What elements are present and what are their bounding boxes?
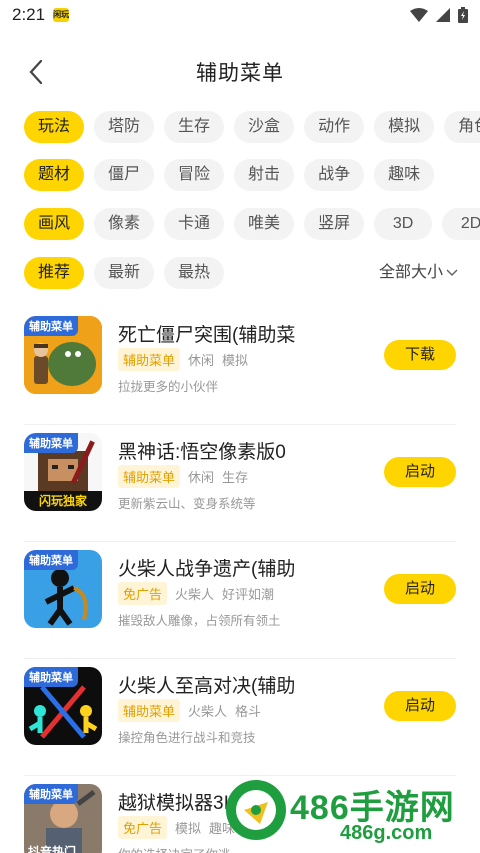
game-tags: 辅助菜单 休闲 生存 (118, 465, 248, 488)
filter-gameplay-row: 玩法 塔防 生存 沙盒 动作 模拟 角色 (0, 110, 480, 144)
popular-badge: 抖音热门 (28, 845, 77, 853)
game-tag: 火柴人 (188, 704, 228, 719)
game-title: 死亡僵尸突围(辅助菜 (118, 325, 296, 346)
site-watermark: 486手游网 486g.com (222, 772, 480, 852)
back-button[interactable] (22, 58, 50, 86)
filter-chip[interactable]: 动作 (304, 111, 365, 143)
game-tag-highlight: 辅助菜单 (118, 348, 181, 371)
watermark-url: 486g.com (340, 822, 433, 844)
sort-chip-hottest[interactable]: 最热 (164, 257, 225, 289)
menu-badge: 辅助菜单 (24, 316, 78, 336)
page-title: 辅助菜单 (196, 62, 284, 85)
game-tags: 免广告 火柴人 好评如潮 (118, 582, 274, 605)
chevron-left-icon (29, 59, 43, 85)
filter-chip[interactable]: 3D (374, 208, 433, 240)
list-item[interactable]: 辅助菜单 火柴人战争遗产(辅助 免广告 火柴人 好评如潮 摧毁敌人雕像，占领所有… (24, 542, 456, 659)
game-tag: 火柴人 (175, 587, 215, 602)
list-item[interactable]: 辅助菜单 火柴人至高对决(辅助 辅助菜单 火柴人 格斗 操控角色进行战斗和竞技 … (24, 659, 456, 776)
game-title: 火柴人至高对决(辅助 (118, 676, 296, 697)
size-filter-label: 全部大小 (378, 264, 443, 281)
launch-button[interactable]: 启动 (384, 457, 456, 487)
game-tag-highlight: 辅助菜单 (118, 465, 181, 488)
status-bar: 2:21 闲玩 (0, 0, 480, 30)
sort-chip-latest[interactable]: 最新 (94, 257, 155, 289)
chevron-down-icon (446, 269, 458, 277)
app-notification-icon: 闲玩 (53, 8, 70, 22)
filter-chip[interactable]: 趣味 (374, 159, 435, 191)
game-description: 摧毁敌人雕像，占领所有领土 (118, 614, 281, 628)
filter-chip[interactable]: 2D (442, 208, 480, 240)
game-tag: 生存 (222, 470, 249, 485)
game-tags: 辅助菜单 火柴人 格斗 (118, 699, 261, 722)
sort-chip-recommended[interactable]: 推荐 (24, 257, 85, 289)
filter-chip[interactable]: 唯美 (234, 208, 295, 240)
page-header: 辅助菜单 (0, 46, 480, 98)
filter-chip[interactable]: 僵尸 (94, 159, 155, 191)
prison-escape-icon: 辅助菜单 抖音热门 (24, 784, 102, 853)
game-tag: 格斗 (235, 704, 262, 719)
menu-badge: 辅助菜单 (24, 550, 78, 570)
filter-theme-row: 题材 僵尸 冒险 射击 战争 趣味 (0, 158, 480, 192)
list-item[interactable]: 辅助菜单 死亡僵尸突围(辅助菜 辅助菜单 休闲 模拟 拉拢更多的小伙伴 下载 (24, 308, 456, 425)
filter-chip[interactable]: 塔防 (94, 111, 155, 143)
game-description: 更新紫云山、变身系统等 (118, 497, 256, 511)
list-item[interactable]: 辅助菜单 闪玩独家 黑神话:悟空像素版0 辅助菜单 休闲 生存 更新紫云山、变身… (24, 425, 456, 542)
stickman-duel-icon: 辅助菜单 (24, 667, 102, 745)
game-title: 火柴人战争遗产(辅助 (118, 559, 296, 580)
launch-button[interactable]: 启动 (384, 574, 456, 604)
battery-icon (458, 7, 468, 23)
filter-chip-theme-all[interactable]: 题材 (24, 159, 85, 191)
menu-badge: 辅助菜单 (24, 784, 78, 804)
game-description: 操控角色进行战斗和竞技 (118, 731, 256, 745)
game-tag: 休闲 (188, 353, 215, 368)
filter-chip[interactable]: 竖屏 (304, 208, 365, 240)
stickman-war-icon: 辅助菜单 (24, 550, 102, 628)
signal-icon (436, 8, 450, 22)
menu-badge: 辅助菜单 (24, 433, 78, 453)
wukong-pixel-icon: 辅助菜单 闪玩独家 (24, 433, 102, 511)
filter-chip[interactable]: 卡通 (164, 208, 225, 240)
menu-badge: 辅助菜单 (24, 667, 78, 687)
wifi-icon (410, 8, 428, 22)
filter-chip[interactable]: 战争 (304, 159, 365, 191)
launch-button[interactable]: 启动 (384, 691, 456, 721)
filter-chip[interactable]: 生存 (164, 111, 225, 143)
watermark-logo-icon (226, 780, 286, 840)
filter-art-style-row: 画风 像素 卡通 唯美 竖屏 3D 2D (0, 207, 480, 241)
game-tag: 休闲 (188, 470, 215, 485)
filter-chip-gameplay-all[interactable]: 玩法 (24, 111, 85, 143)
game-tag: 模拟 (222, 353, 249, 368)
game-tag-highlight: 辅助菜单 (118, 699, 181, 722)
game-title: 黑神话:悟空像素版0 (118, 442, 286, 463)
filter-chip[interactable]: 射击 (234, 159, 295, 191)
download-button[interactable]: 下载 (384, 340, 456, 370)
game-description: 你的选择决定了你逃 (118, 844, 231, 853)
game-tags: 免广告 模拟 趣味 (118, 816, 235, 839)
game-tags: 辅助菜单 休闲 模拟 (118, 348, 248, 371)
exclusive-badge: 闪玩独家 (38, 494, 87, 508)
filter-chip[interactable]: 角色 (444, 111, 480, 143)
filter-chip[interactable]: 沙盒 (234, 111, 295, 143)
filter-chip[interactable]: 像素 (94, 208, 155, 240)
game-description: 拉拢更多的小伙伴 (118, 380, 219, 394)
status-time: 2:21 (12, 5, 46, 24)
game-tag: 好评如潮 (222, 587, 275, 602)
size-filter-dropdown[interactable]: 全部大小 (379, 256, 458, 290)
system-icons (410, 7, 468, 23)
filter-chip[interactable]: 冒险 (164, 159, 225, 191)
zombie-game-icon: 辅助菜单 (24, 316, 102, 394)
game-tag-highlight: 免广告 (118, 816, 168, 839)
game-tag: 模拟 (175, 821, 202, 836)
filter-chip-art-all[interactable]: 画风 (24, 208, 85, 240)
filter-chip[interactable]: 模拟 (374, 111, 435, 143)
game-tag-highlight: 免广告 (118, 582, 168, 605)
